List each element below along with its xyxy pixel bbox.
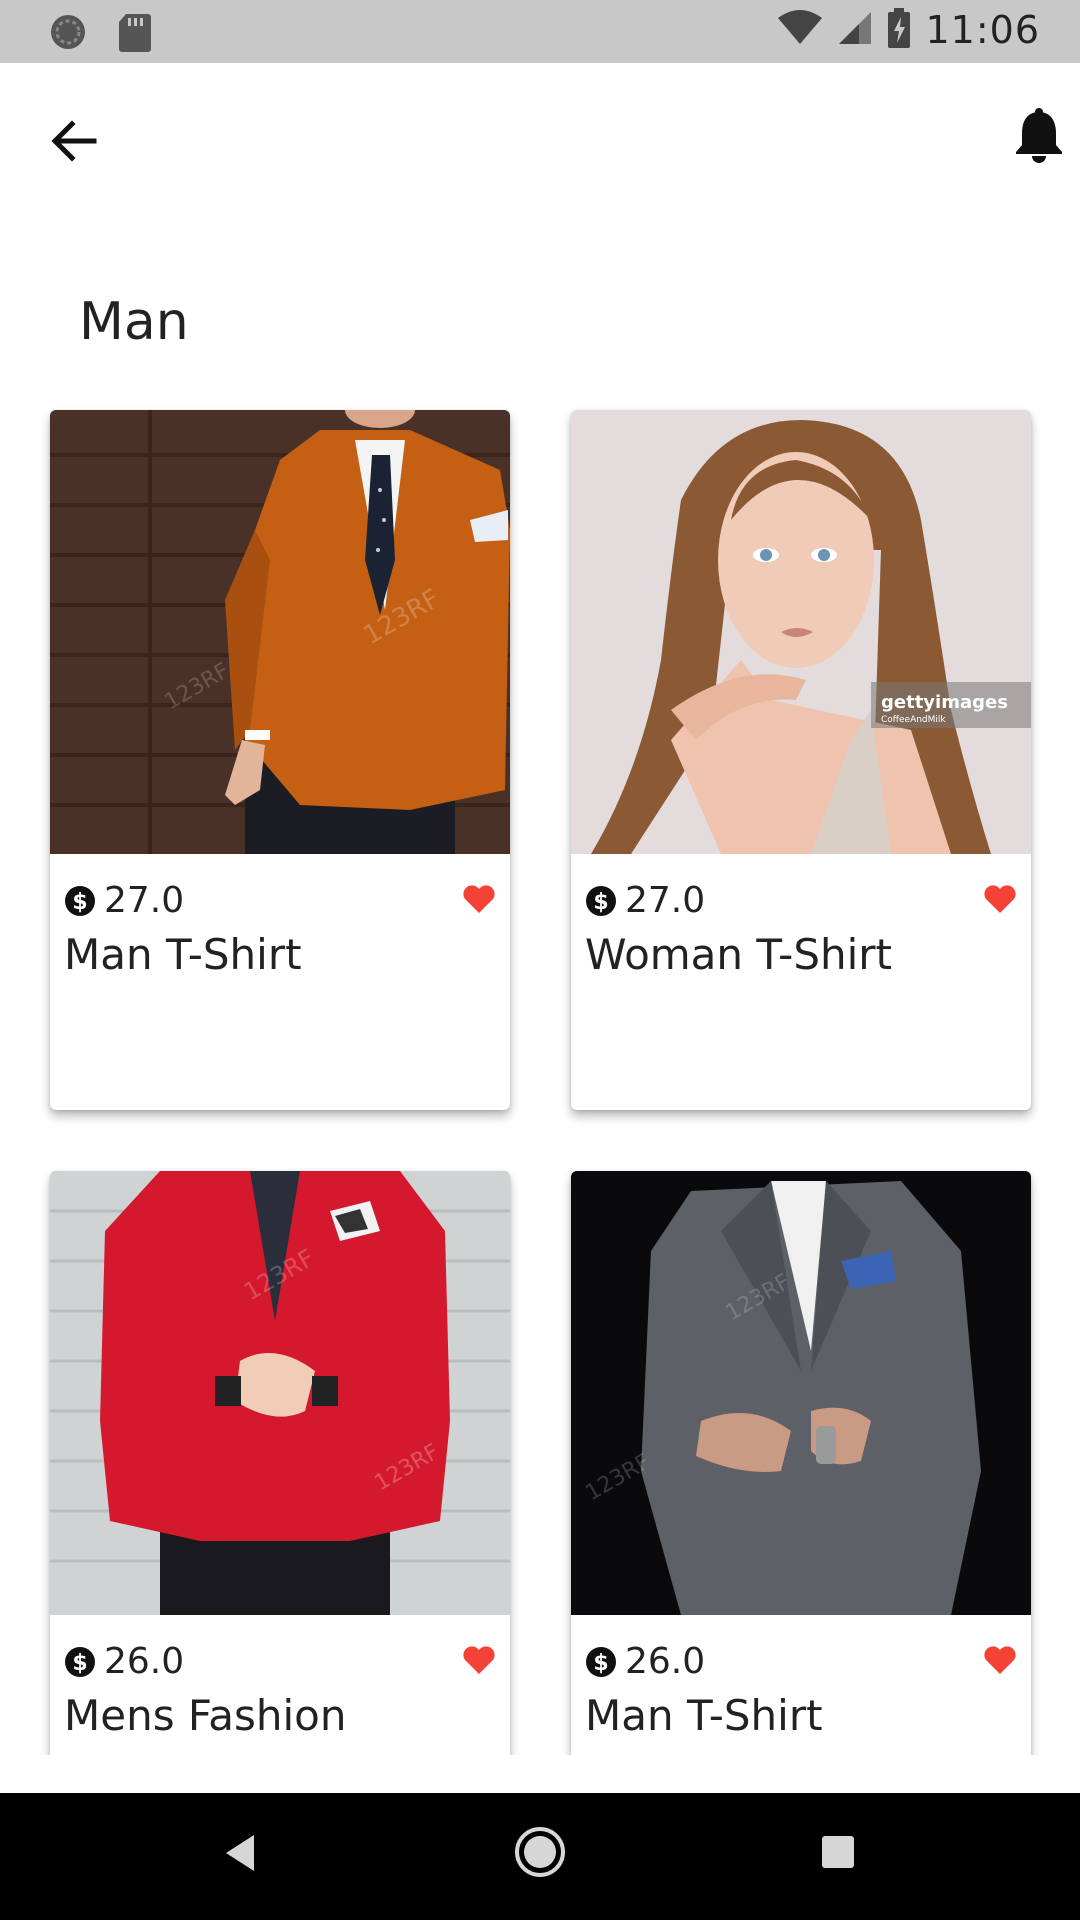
price-row: $ 26.0 (64, 1641, 184, 1682)
svg-text:gettyimages: gettyimages (881, 692, 1008, 713)
heart-icon (984, 885, 1016, 913)
svg-text:$: $ (72, 890, 87, 915)
favorite-button[interactable] (983, 884, 1017, 914)
product-price: 27.0 (625, 880, 706, 921)
back-triangle-icon (226, 1835, 254, 1871)
product-card[interactable]: 123RF 123RF $ 26.0 Man T-Shirt (571, 1171, 1031, 1755)
system-nav-bar (0, 1793, 1080, 1920)
svg-text:$: $ (72, 1651, 87, 1676)
product-card[interactable]: 123RF 123RF $ 26.0 Mens Fashion (50, 1171, 510, 1755)
dollar-circle-icon: $ (65, 885, 95, 916)
product-image: gettyimages CoffeeAndMilk (571, 410, 1031, 854)
price-row: $ 27.0 (64, 880, 184, 921)
favorite-button[interactable] (462, 1645, 496, 1675)
home-circle-icon (515, 1827, 565, 1877)
product-card[interactable]: gettyimages CoffeeAndMilk $ 27.0 Woman T… (571, 410, 1031, 1110)
recents-square-icon (822, 1836, 854, 1868)
favorite-button[interactable] (462, 884, 496, 914)
nav-back-button[interactable] (222, 1833, 258, 1877)
product-name: Woman T-Shirt (585, 930, 893, 979)
dollar-circle-icon: $ (586, 1646, 616, 1677)
dollar-circle-icon: $ (586, 885, 616, 916)
product-card[interactable]: 123RF 123RF $ 27.0 Man T-Shirt (50, 410, 510, 1110)
nav-home-button[interactable] (514, 1826, 566, 1882)
heart-icon (984, 1646, 1016, 1674)
product-price: 26.0 (104, 1641, 185, 1682)
svg-text:CoffeeAndMilk: CoffeeAndMilk (881, 715, 946, 725)
product-price: 27.0 (104, 880, 185, 921)
price-row: $ 26.0 (585, 1641, 705, 1682)
product-price: 26.0 (625, 1641, 706, 1682)
product-image: 123RF 123RF (50, 1171, 510, 1615)
svg-text:$: $ (593, 890, 608, 915)
product-name: Mens Fashion (64, 1691, 347, 1740)
product-grid: 123RF 123RF $ 27.0 Man T-Shirt gettyimag… (0, 0, 1080, 1755)
price-row: $ 27.0 (585, 880, 705, 921)
svg-text:$: $ (593, 1651, 608, 1676)
heart-icon (463, 885, 495, 913)
favorite-button[interactable] (983, 1645, 1017, 1675)
heart-icon (463, 1646, 495, 1674)
nav-recents-button[interactable] (820, 1834, 856, 1874)
product-name: Man T-Shirt (64, 930, 302, 979)
product-name: Man T-Shirt (585, 1691, 823, 1740)
dollar-circle-icon: $ (65, 1646, 95, 1677)
product-image: 123RF 123RF (571, 1171, 1031, 1615)
product-image: 123RF 123RF (50, 410, 510, 854)
